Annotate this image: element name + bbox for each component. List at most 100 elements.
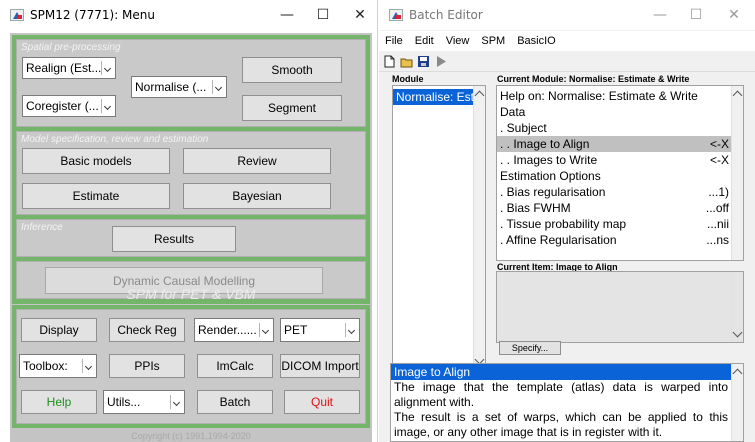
menu-file[interactable]: File [379, 31, 409, 47]
current-module-row[interactable]: . Subject [497, 120, 743, 136]
row-value: <-X [709, 153, 729, 167]
module-list[interactable]: Normalise: Est [392, 85, 486, 380]
utils-select[interactable]: Utils... [103, 390, 185, 414]
scroll-up-icon[interactable] [732, 90, 743, 101]
chevron-down-icon [345, 323, 357, 337]
row-value: ...nii [706, 217, 729, 231]
bayesian-button[interactable]: Bayesian [183, 183, 331, 209]
row-label: . . Image to Align [500, 137, 590, 151]
current-module-row[interactable]: . Affine Regularisation ...ns [497, 232, 743, 248]
ppis-button[interactable]: PPIs [109, 354, 185, 378]
quit-button[interactable]: Quit [284, 390, 360, 414]
help-panel: Image to Align The image that the templa… [390, 363, 744, 442]
current-module-row[interactable]: Help on: Normalise: Estimate & Write [497, 88, 743, 104]
current-module-list[interactable]: Help on: Normalise: Estimate & Write Data… [496, 85, 744, 261]
render-select[interactable]: Render...... [194, 318, 274, 342]
current-item-scrollbar[interactable] [731, 272, 743, 342]
coregister-select[interactable]: Coregister (... [22, 95, 116, 117]
current-module-row[interactable]: . Bias regularisation ...1) [497, 184, 743, 200]
dicom-import-button[interactable]: DICOM Import [280, 354, 360, 378]
maximize-button[interactable]: ☐ [681, 5, 711, 25]
chevron-down-icon [259, 323, 271, 337]
realign-select[interactable]: Realign (Est... [22, 57, 116, 79]
chevron-down-icon [212, 80, 224, 94]
row-label: . Tissue probability map [500, 217, 627, 231]
close-button[interactable]: ✕ [719, 5, 749, 25]
row-label: . Bias regularisation [500, 185, 606, 199]
current-module-row[interactable]: Estimation Options [497, 168, 743, 184]
scroll-down-icon[interactable] [732, 327, 743, 338]
normalise-select[interactable]: Normalise (... [131, 76, 227, 98]
model-specification-label: Model specification, review and estimati… [21, 134, 209, 145]
copyright-text: Copyright (c) 1991,1994-2020 [131, 431, 251, 441]
batch-toolbar [379, 52, 755, 72]
spm-window-title: SPM12 (7771): Menu [30, 8, 155, 22]
current-module-row[interactable]: . Tissue probability map ...nii [497, 216, 743, 232]
estimate-button[interactable]: Estimate [22, 183, 170, 209]
scroll-up-icon[interactable] [474, 90, 485, 101]
new-file-icon[interactable] [383, 55, 396, 68]
row-label: . . Images to Write [500, 153, 598, 167]
spatial-preprocessing-panel: Spatial pre-processing Realign (Est... C… [16, 39, 366, 127]
close-button[interactable]: ✕ [345, 5, 375, 25]
display-button[interactable]: Display [21, 318, 97, 342]
save-icon[interactable] [417, 55, 430, 68]
current-module-row[interactable]: . . Images to Write <-X [497, 152, 743, 168]
module-list-scrollbar[interactable] [473, 86, 485, 369]
current-module-row[interactable]: . . Image to Align <-X [497, 136, 743, 152]
current-module-row[interactable]: . Bias FWHM ...off [497, 200, 743, 216]
module-list-item[interactable]: Normalise: Est [393, 89, 473, 105]
upper-panel-group: Spatial pre-processing Realign (Est... C… [12, 35, 370, 304]
row-value: ...off [705, 201, 729, 215]
batch-editor-window: Batch Editor — ☐ ✕ File Edit View SPM BasicI… [379, 0, 755, 442]
minimize-button[interactable]: — [645, 5, 675, 25]
coregister-select-value: Coregister (... [26, 99, 99, 113]
chevron-down-icon [170, 395, 182, 409]
menu-edit[interactable]: Edit [409, 31, 440, 47]
minimize-button[interactable]: — [272, 5, 302, 25]
batch-window-title: Batch Editor [409, 8, 483, 22]
basic-models-button[interactable]: Basic models [22, 148, 170, 174]
help-button[interactable]: Help [21, 390, 97, 414]
inference-panel: Inference Results [16, 219, 366, 257]
tools-panel: Display Check Reg Render...... PET Toolb… [16, 309, 366, 424]
check-reg-button[interactable]: Check Reg [109, 318, 185, 342]
scroll-up-icon[interactable] [732, 368, 743, 379]
chevron-down-icon [101, 99, 113, 113]
modality-select-value: PET [284, 323, 308, 337]
smooth-button[interactable]: Smooth [242, 57, 342, 83]
imcalc-button[interactable]: ImCalc [197, 354, 273, 378]
results-button[interactable]: Results [112, 226, 236, 252]
review-button[interactable]: Review [183, 148, 331, 174]
menu-basicio[interactable]: BasicIO [511, 31, 562, 47]
segment-button[interactable]: Segment [242, 95, 342, 121]
row-label: . Bias FWHM [500, 201, 571, 215]
specify-button[interactable]: Specify... [499, 341, 561, 355]
spm-titlebar: SPM12 (7771): Menu — ☐ ✕ [0, 0, 377, 30]
menu-view[interactable]: View [440, 31, 476, 47]
inference-label: Inference [21, 222, 63, 233]
spatial-preprocessing-label: Spatial pre-processing [21, 42, 121, 53]
help-scrollbar[interactable] [731, 364, 743, 441]
current-item-box[interactable] [496, 271, 744, 343]
help-paragraph-1: The image that the template (atlas) data… [394, 380, 728, 409]
matlab-icon [389, 9, 403, 21]
toolbox-select[interactable]: Toolbox: [19, 354, 97, 378]
modality-select[interactable]: PET [280, 318, 360, 342]
run-icon[interactable] [435, 55, 448, 68]
batch-titlebar: Batch Editor — ☐ ✕ [379, 0, 755, 30]
model-specification-panel: Model specification, review and estimati… [16, 131, 366, 215]
batch-button[interactable]: Batch [197, 390, 273, 414]
row-label: Estimation Options [500, 169, 601, 183]
row-label: . Affine Regularisation [500, 233, 617, 247]
utils-select-value: Utils... [107, 395, 141, 409]
module-column-header: Module [392, 74, 424, 84]
open-folder-icon[interactable] [400, 55, 413, 68]
row-label: . Subject [500, 121, 547, 135]
menu-spm[interactable]: SPM [475, 31, 511, 47]
maximize-button[interactable]: ☐ [308, 5, 338, 25]
chevron-down-icon [101, 61, 113, 75]
current-module-scrollbar[interactable] [731, 86, 743, 260]
row-label: Data [500, 105, 526, 119]
current-module-row[interactable]: Data [497, 104, 743, 120]
